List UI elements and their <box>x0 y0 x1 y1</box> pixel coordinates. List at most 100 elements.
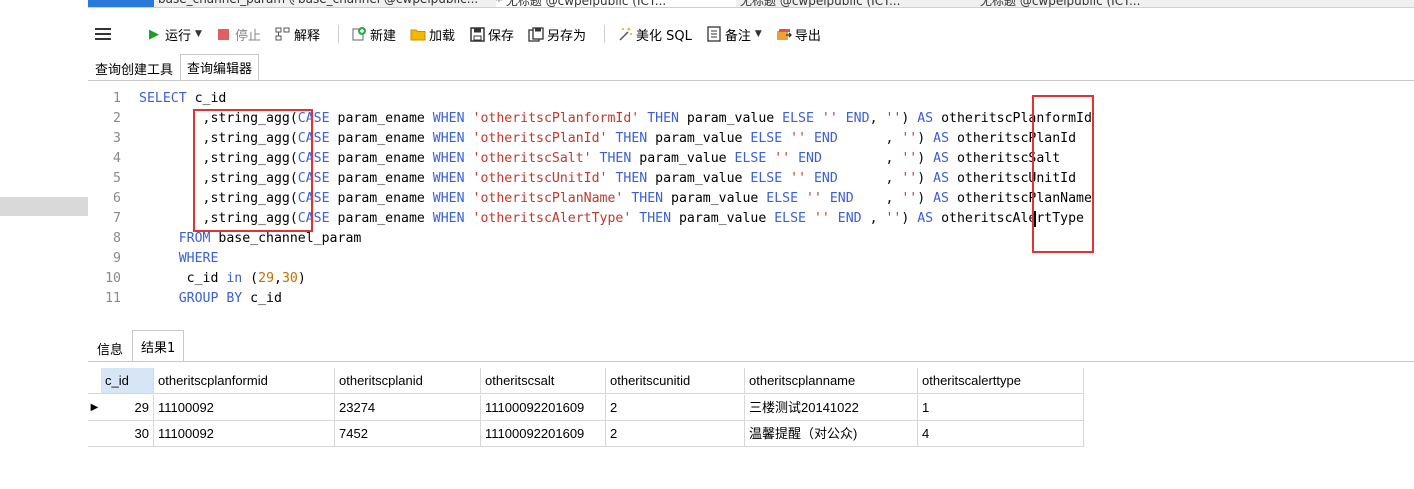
scrollbar-thumb[interactable] <box>0 197 88 216</box>
code-token: otheritscAlertType <box>933 211 1084 226</box>
run-label: 运行 <box>165 28 192 44</box>
grid-cell[interactable]: 温馨提醒（对公众) <box>745 421 918 447</box>
code-line[interactable]: 4 ,string_agg(CASE param_ename WHEN 'oth… <box>88 149 1060 169</box>
code-line[interactable]: 8 FROM base_channel_param <box>88 229 361 249</box>
load-button[interactable]: 加载 <box>406 22 459 46</box>
code-token: END <box>829 191 854 206</box>
load-label: 加载 <box>428 28 455 44</box>
code-line[interactable]: 6 ,string_agg(CASE param_ename WHEN 'oth… <box>88 189 1092 209</box>
chevron-down-icon[interactable]: ▼ <box>195 29 202 39</box>
document-tab-strip: base_channel_param @cwp... base_channel … <box>88 0 1414 8</box>
code-line[interactable]: 11 GROUP BY c_id <box>88 289 282 309</box>
code-token: CASE <box>297 191 330 206</box>
grid-cell[interactable]: 2 <box>606 421 745 447</box>
comment-button[interactable]: 备注 ▼ <box>702 22 766 46</box>
line-number: 5 <box>113 171 121 186</box>
column-header-otheritscalerttype[interactable]: otheritscalerttype <box>918 368 1084 394</box>
code-token: '' <box>774 151 791 166</box>
column-header-c-id[interactable]: c_id <box>101 368 154 394</box>
code-token: ) <box>917 171 934 186</box>
column-header-otheritscunitid[interactable]: otheritscunitid <box>606 368 745 394</box>
grid-cell[interactable]: 2 <box>606 395 745 421</box>
save-button[interactable]: 保存 <box>465 22 518 46</box>
tab-objects[interactable] <box>88 0 154 7</box>
tab-base-channel-param[interactable]: base_channel_param @cwp... <box>158 0 294 7</box>
beautify-sql-button[interactable]: 美化 SQL <box>613 22 696 46</box>
toolbar-separator <box>604 25 606 43</box>
line-number: 11 <box>105 291 121 306</box>
grid-cell[interactable]: 29 <box>101 395 154 421</box>
menu-icon[interactable] <box>88 22 118 46</box>
code-line[interactable]: 7 ,string_agg(CASE param_ename WHEN 'oth… <box>88 209 1084 229</box>
tab-base-channel[interactable]: base_channel @cwpeipublic... <box>298 0 492 7</box>
grid-cell[interactable]: 三楼测试20141022 <box>745 395 918 421</box>
code-token: ) <box>901 211 918 226</box>
row-selector[interactable] <box>88 368 101 394</box>
code-line[interactable]: 10 c_id in (29,30) <box>88 269 306 289</box>
tab-untitled-active[interactable]: * 无标题 @cwpeipublic (ICT... <box>496 0 736 7</box>
line-number: 8 <box>113 231 121 246</box>
code-token: END <box>837 211 862 226</box>
current-row-indicator-icon[interactable]: ▶ <box>88 395 101 421</box>
code-line[interactable]: 1 SELECT c_id <box>88 89 226 109</box>
column-header-otheritscplanid[interactable]: otheritscplanid <box>335 368 481 394</box>
code-line[interactable]: 9 WHERE <box>88 249 218 269</box>
export-button[interactable]: 导出 <box>772 22 825 46</box>
tab-query-editor[interactable]: 查询编辑器 <box>180 54 260 81</box>
chevron-down-icon[interactable]: ▼ <box>755 29 762 39</box>
comment-label: 备注 <box>724 28 751 44</box>
new-button[interactable]: 新建 <box>347 22 400 46</box>
code-token: WHEN <box>432 171 465 186</box>
tab-query-builder[interactable]: 查询创建工具 <box>88 56 180 81</box>
magic-wand-icon <box>617 26 633 42</box>
code-token: param_ename <box>329 151 433 166</box>
tab-info[interactable]: 信息 <box>88 334 132 362</box>
code-token: ,string_agg( <box>139 211 298 226</box>
save-as-button[interactable]: 另存为 <box>524 22 590 46</box>
column-header-otheritscplanformid[interactable]: otheritscplanformid <box>154 368 335 394</box>
code-token: END <box>813 131 838 146</box>
code-line[interactable]: 5 ,string_agg(CASE param_ename WHEN 'oth… <box>88 169 1076 189</box>
code-token: param_value <box>663 191 767 206</box>
row-selector[interactable] <box>88 421 101 447</box>
code-token: CASE <box>297 111 330 126</box>
code-token: '' <box>806 191 822 206</box>
grid-cell[interactable]: 7452 <box>335 421 481 447</box>
code-line[interactable]: 2 ,string_agg(CASE param_ename WHEN 'oth… <box>88 109 1092 129</box>
code-token: param_ename <box>329 171 433 186</box>
explain-label: 解释 <box>293 28 320 44</box>
code-token: WHEN <box>432 211 465 226</box>
grid-cell[interactable]: 11100092 <box>154 421 335 447</box>
table-row[interactable]: ▶ 29 11100092 23274 11100092201609 2 三楼测试20141… <box>88 395 1084 421</box>
table-row[interactable]: 30 11100092 7452 11100092201609 2 温馨提醒（对公众) 4 <box>88 421 1084 447</box>
code-token: END <box>845 111 870 126</box>
stop-button[interactable]: 停止 <box>212 22 265 46</box>
grid-cell[interactable]: 4 <box>918 421 1084 447</box>
code-line[interactable]: 3 ,string_agg(CASE param_ename WHEN 'oth… <box>88 129 1076 149</box>
grid-cell[interactable]: 11100092201609 <box>481 395 606 421</box>
tab-result1[interactable]: 结果1 <box>132 330 185 362</box>
tab-untitled-3[interactable]: 无标题 @cwpeipublic (ICT... <box>980 0 1216 7</box>
run-button[interactable]: ▶ 运行 ▼ <box>142 22 206 46</box>
comment-icon <box>706 26 722 42</box>
grid-cell[interactable]: 30 <box>101 421 154 447</box>
grid-cell[interactable]: 11100092 <box>154 395 335 421</box>
code-token: ) <box>917 191 934 206</box>
sql-editor[interactable]: 1 SELECT c_id 2 ,string_agg(CASE param_ena… <box>88 84 1414 324</box>
explain-icon <box>275 26 291 42</box>
code-token: ) <box>917 131 934 146</box>
column-header-otheritscsalt[interactable]: otheritscsalt <box>481 368 606 394</box>
grid-cell[interactable]: 23274 <box>335 395 481 421</box>
grid-cell[interactable]: 1 <box>918 395 1084 421</box>
explain-button[interactable]: 解释 <box>271 22 324 46</box>
column-header-otheritscplanname[interactable]: otheritscplanname <box>745 368 918 394</box>
tab-untitled-2[interactable]: 无标题 @cwpeipublic (ICT... <box>740 0 976 7</box>
code-token: '' <box>821 111 838 126</box>
grid-cell[interactable]: 11100092201609 <box>481 421 606 447</box>
